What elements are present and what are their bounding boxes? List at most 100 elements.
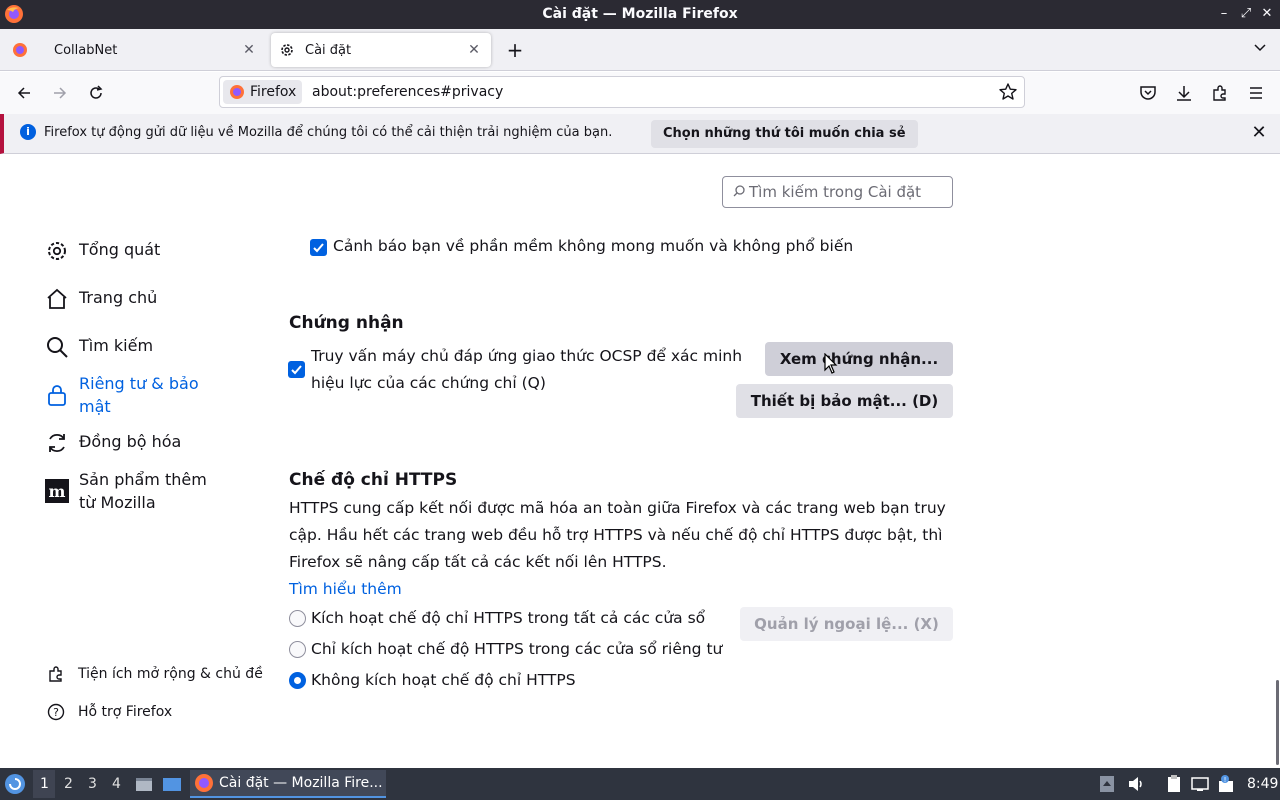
tab-collabnet[interactable]: CollabNet ✕ — [4, 33, 266, 67]
maximize-button[interactable]: ⤢ — [1236, 4, 1256, 24]
volume-icon[interactable] — [1126, 774, 1146, 794]
gear-icon — [279, 42, 295, 58]
search-icon — [733, 183, 745, 201]
https-desc-line1: HTTPS cung cấp kết nối được mã hóa an to… — [289, 499, 946, 517]
start-menu-icon[interactable] — [4, 773, 26, 795]
notification-message: Firefox tự động gửi dữ liệu về Mozilla đ… — [44, 125, 613, 140]
reload-button[interactable] — [84, 81, 108, 105]
sync-icon — [44, 430, 70, 456]
https-all-windows-label: Kích hoạt chế độ chỉ HTTPS trong tất cả … — [311, 609, 706, 627]
https-disabled-label: Không kích hoạt chế độ chỉ HTTPS — [311, 671, 576, 689]
navigation-toolbar: Firefox about:preferences#privacy — [0, 72, 1280, 114]
sidebar-item-sync[interactable]: Đồng bộ hóa — [44, 430, 181, 456]
svg-text:!: ! — [1224, 776, 1227, 784]
downloads-icon[interactable] — [1172, 81, 1196, 105]
clipboard-icon[interactable] — [1164, 774, 1184, 794]
url-text[interactable]: about:preferences#privacy — [312, 84, 503, 100]
mozilla-icon: m — [44, 478, 70, 504]
storage-icon[interactable] — [1097, 774, 1117, 794]
search-icon — [44, 334, 70, 360]
puzzle-icon — [47, 665, 65, 683]
info-icon: i — [20, 124, 36, 140]
minimize-button[interactable]: – — [1214, 4, 1234, 24]
network-icon[interactable] — [1190, 774, 1210, 794]
close-icon[interactable]: ✕ — [1249, 123, 1269, 143]
file-manager-icon[interactable] — [134, 774, 154, 794]
sidebar-item-home[interactable]: Trang chủ — [44, 286, 157, 312]
manage-exceptions-button[interactable]: Quản lý ngoại lệ... (X) — [740, 607, 953, 641]
tab-label: CollabNet — [54, 42, 118, 58]
sidebar-item-label: Đồng bộ hóa — [79, 432, 182, 451]
workspace-1[interactable]: 1 — [40, 776, 49, 792]
footer-link-label: Hỗ trợ Firefox — [78, 704, 173, 720]
app-menu-icon[interactable] — [1244, 81, 1268, 105]
svg-text:?: ? — [53, 706, 59, 719]
search-settings-input[interactable]: Tìm kiếm trong Cài đặt — [722, 176, 953, 208]
svg-text:m: m — [49, 482, 66, 501]
content-scrollbar[interactable] — [1276, 680, 1279, 765]
https-disabled-radio[interactable] — [289, 672, 306, 689]
forward-button[interactable] — [48, 81, 72, 105]
https-desc-line3: Firefox sẽ nâng cấp tất cả các kết nối l… — [289, 553, 667, 571]
sidebar-firefox-support-link[interactable]: ? Hỗ trợ Firefox — [47, 703, 172, 721]
system-taskbar: 1 2 3 4 Cài đặt — Mozilla Fire... ! 8:49 — [0, 768, 1280, 800]
sidebar-item-privacy[interactable]: Riêng tư & bảo mật — [44, 372, 209, 418]
clock: 8:49 — [1247, 776, 1279, 792]
workspace-2[interactable]: 2 — [64, 776, 73, 792]
search-placeholder: Tìm kiếm trong Cài đặt — [749, 183, 922, 201]
bookmark-star-icon[interactable] — [998, 82, 1018, 102]
tab-list-chevron-icon[interactable] — [1249, 39, 1271, 61]
firefox-icon — [12, 42, 28, 58]
learn-more-link[interactable]: Tìm hiểu thêm — [289, 580, 402, 598]
identity-label: Firefox — [250, 84, 297, 100]
choose-what-to-share-button[interactable]: Chọn những thứ tôi muốn chia sẻ — [651, 120, 918, 148]
gear-icon — [44, 238, 70, 264]
ocsp-label-line1: Truy vấn máy chủ đáp ứng giao thức OCSP … — [311, 347, 743, 365]
footer-link-label: Tiện ích mở rộng & chủ đề — [78, 666, 263, 682]
close-window-button[interactable]: ✕ — [1257, 4, 1277, 24]
sidebar-item-more-from-mozilla[interactable]: m Sản phẩm thêm từ Mozilla — [44, 468, 219, 514]
https-desc-line2: cập. Hầu hết các trang web đều hỗ trợ HT… — [289, 526, 943, 544]
back-button[interactable] — [12, 81, 36, 105]
https-private-windows-radio[interactable] — [289, 641, 306, 658]
tab-strip: CollabNet ✕ Cài đặt ✕ + — [0, 29, 1280, 71]
workspace-4[interactable]: 4 — [112, 776, 121, 792]
certificates-heading: Chứng nhận — [289, 313, 404, 333]
https-private-windows-label: Chỉ kích hoạt chế độ HTTPS trong các cửa… — [311, 640, 723, 658]
close-tab-icon[interactable]: ✕ — [240, 41, 258, 59]
sidebar-item-search[interactable]: Tìm kiếm — [44, 334, 153, 360]
taskbar-firefox-window[interactable]: Cài đặt — Mozilla Fire... — [190, 770, 386, 798]
sidebar-item-label: Riêng tư & bảo mật — [79, 374, 199, 416]
sidebar-item-label: Tìm kiếm — [79, 336, 154, 355]
lock-icon — [44, 382, 70, 408]
sidebar-item-label: Tổng quát — [79, 240, 161, 259]
firefox-icon — [230, 85, 244, 99]
security-devices-button[interactable]: Thiết bị bảo mật... (D) — [736, 384, 953, 418]
sidebar-extensions-themes-link[interactable]: Tiện ích mở rộng & chủ đề — [47, 665, 263, 683]
help-icon: ? — [47, 703, 65, 721]
sidebar-item-general[interactable]: Tổng quát — [44, 238, 160, 264]
https-only-heading: Chế độ chỉ HTTPS — [289, 470, 458, 490]
tab-label: Cài đặt — [305, 42, 352, 58]
tab-settings[interactable]: Cài đặt ✕ — [271, 33, 491, 67]
extensions-icon[interactable] — [1208, 81, 1232, 105]
preferences-content: Tìm kiếm trong Cài đặt Tổng quát Trang c… — [0, 155, 1280, 768]
close-tab-icon[interactable]: ✕ — [465, 41, 483, 59]
https-all-windows-radio[interactable] — [289, 610, 306, 627]
view-certificates-button[interactable]: Xem chứng nhận... — [765, 342, 953, 376]
warn-unwanted-checkbox[interactable] — [310, 239, 327, 256]
warn-unwanted-label: Cảnh báo bạn về phần mềm không mong muốn… — [333, 237, 854, 255]
ocsp-checkbox[interactable] — [288, 361, 305, 378]
sidebar-item-label: Sản phẩm thêm từ Mozilla — [79, 470, 207, 512]
data-reporting-notification: i Firefox tự động gửi dữ liệu về Mozilla… — [0, 114, 1280, 154]
new-tab-button[interactable]: + — [503, 39, 527, 63]
workspace-3[interactable]: 3 — [88, 776, 97, 792]
identity-box[interactable]: Firefox — [223, 80, 303, 104]
window-titlebar: Cài đặt — Mozilla Firefox – ⤢ ✕ — [0, 0, 1280, 29]
desktop-icon[interactable] — [162, 774, 182, 794]
notifications-icon[interactable]: ! — [1216, 774, 1236, 794]
taskbar-window-label: Cài đặt — Mozilla Fire... — [219, 775, 383, 791]
url-bar[interactable]: Firefox about:preferences#privacy — [219, 76, 1025, 108]
pocket-icon[interactable] — [1136, 81, 1160, 105]
firefox-icon — [195, 774, 213, 792]
